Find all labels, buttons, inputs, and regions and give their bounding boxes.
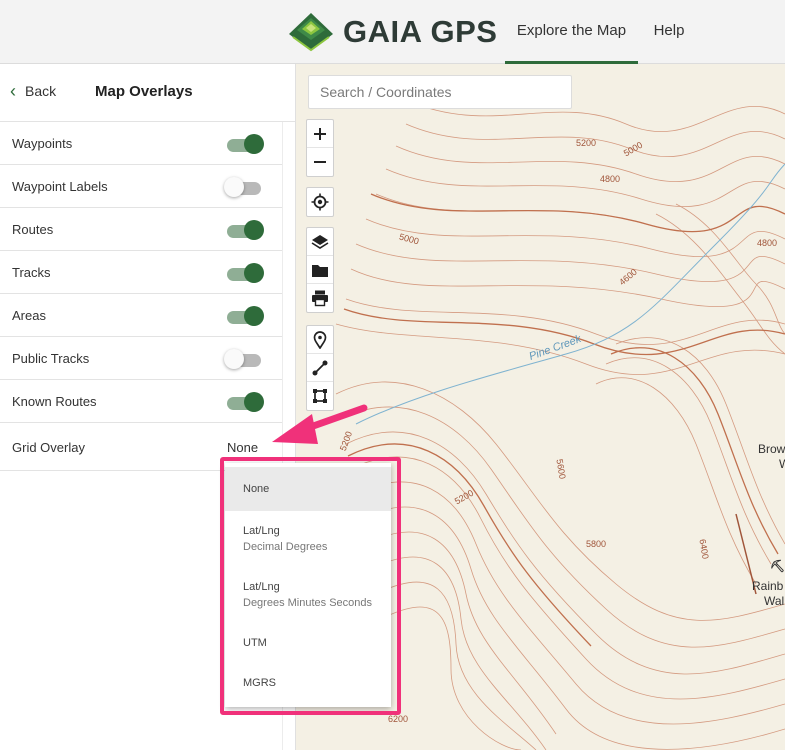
option-label: MGRS xyxy=(243,677,276,689)
place-label: Brow xyxy=(758,442,785,456)
climbing-icon: ⛏ xyxy=(770,559,785,573)
option-label: UTM xyxy=(243,637,267,649)
back-button[interactable]: ‹ Back xyxy=(10,81,57,101)
place-label: W xyxy=(779,457,785,471)
grid-option-latlng-dms[interactable]: Lat/Lng Degrees Minutes Seconds xyxy=(225,567,391,623)
overlay-label: Tracks xyxy=(12,265,51,280)
contour-label: 5200 xyxy=(576,138,597,148)
overlay-row-public-tracks: Public Tracks xyxy=(0,337,282,380)
option-label: None xyxy=(243,483,270,495)
nav-explore-the-map[interactable]: Explore the Map xyxy=(505,0,638,64)
layers-icon xyxy=(311,234,329,249)
route-icon xyxy=(312,360,328,375)
grid-option-latlng-decimal[interactable]: Lat/Lng Decimal Degrees xyxy=(225,511,391,567)
contour-label: 4800 xyxy=(757,238,778,248)
draw-route-button[interactable] xyxy=(307,354,333,382)
grid-overlay-select[interactable]: None xyxy=(227,440,258,455)
chevron-left-icon: ‹ xyxy=(10,81,16,101)
gaia-logo-icon xyxy=(289,13,333,52)
top-header: GAIA GPS Explore the Map Help xyxy=(0,0,785,64)
crosshair-icon xyxy=(311,193,329,211)
zoom-controls xyxy=(306,119,334,177)
panel-header: ‹ Back Map Overlays xyxy=(0,64,295,122)
overlay-label: Public Tracks xyxy=(12,351,90,366)
overlay-label: Waypoint Labels xyxy=(12,179,108,194)
option-label: Lat/Lng xyxy=(243,525,280,537)
layers-button[interactable] xyxy=(307,228,333,256)
grid-option-mgrs[interactable]: MGRS xyxy=(225,663,391,703)
draw-controls xyxy=(306,325,334,411)
print-button[interactable] xyxy=(307,284,333,312)
routes-toggle[interactable] xyxy=(227,220,264,240)
overlay-row-known-routes: Known Routes xyxy=(0,380,282,423)
contour-label: 4800 xyxy=(600,174,621,184)
known-routes-toggle[interactable] xyxy=(227,392,264,412)
option-sublabel: Degrees Minutes Seconds xyxy=(243,597,373,609)
folders-button[interactable] xyxy=(307,256,333,284)
printer-icon xyxy=(312,290,328,307)
zoom-in-button[interactable] xyxy=(307,120,333,148)
waypoints-toggle[interactable] xyxy=(227,134,264,154)
back-label: Back xyxy=(25,83,57,99)
overlay-label: Areas xyxy=(12,308,46,323)
locate-control xyxy=(306,187,334,217)
place-label: Wal xyxy=(764,594,785,608)
contour-label: 5800 xyxy=(586,539,607,549)
overlay-row-tracks: Tracks xyxy=(0,251,282,294)
grid-option-utm[interactable]: UTM xyxy=(225,623,391,663)
overlay-row-waypoints: Waypoints xyxy=(0,122,282,165)
overlay-row-waypoint-labels: Waypoint Labels xyxy=(0,165,282,208)
option-sublabel: Decimal Degrees xyxy=(243,541,328,553)
panel-title: Map Overlays xyxy=(95,83,193,100)
public-tracks-toggle[interactable] xyxy=(224,349,263,369)
overlay-row-routes: Routes xyxy=(0,208,282,251)
contour-label: 6200 xyxy=(388,714,409,724)
option-label: Lat/Lng xyxy=(243,581,280,593)
place-label: Rainb xyxy=(752,579,784,593)
map-search-input[interactable] xyxy=(308,75,572,109)
overlay-label: Waypoints xyxy=(12,136,73,151)
gaia-logo[interactable]: GAIA GPS xyxy=(287,12,497,52)
folder-icon xyxy=(312,264,328,277)
overlay-row-areas: Areas xyxy=(0,294,282,337)
nav-help[interactable]: Help xyxy=(638,0,700,64)
grid-option-none[interactable]: None xyxy=(225,467,391,511)
map-pin-icon xyxy=(313,330,327,349)
overlay-label: Grid Overlay xyxy=(12,440,85,455)
plus-icon xyxy=(314,127,326,140)
annotation-arrow-icon xyxy=(272,404,368,444)
grid-overlay-dropdown: None Lat/Lng Decimal Degrees Lat/Lng Deg… xyxy=(225,463,391,707)
overlay-label: Known Routes xyxy=(12,394,97,409)
add-waypoint-button[interactable] xyxy=(307,326,333,354)
minus-icon xyxy=(314,161,326,163)
locate-me-button[interactable] xyxy=(307,188,333,216)
zoom-out-button[interactable] xyxy=(307,148,333,176)
brand-name: GAIA GPS xyxy=(343,14,498,49)
layer-controls xyxy=(306,227,334,313)
areas-toggle[interactable] xyxy=(227,306,264,326)
tracks-toggle[interactable] xyxy=(227,263,264,283)
waypoint-labels-toggle[interactable] xyxy=(224,177,263,197)
overlay-label: Routes xyxy=(12,222,54,237)
